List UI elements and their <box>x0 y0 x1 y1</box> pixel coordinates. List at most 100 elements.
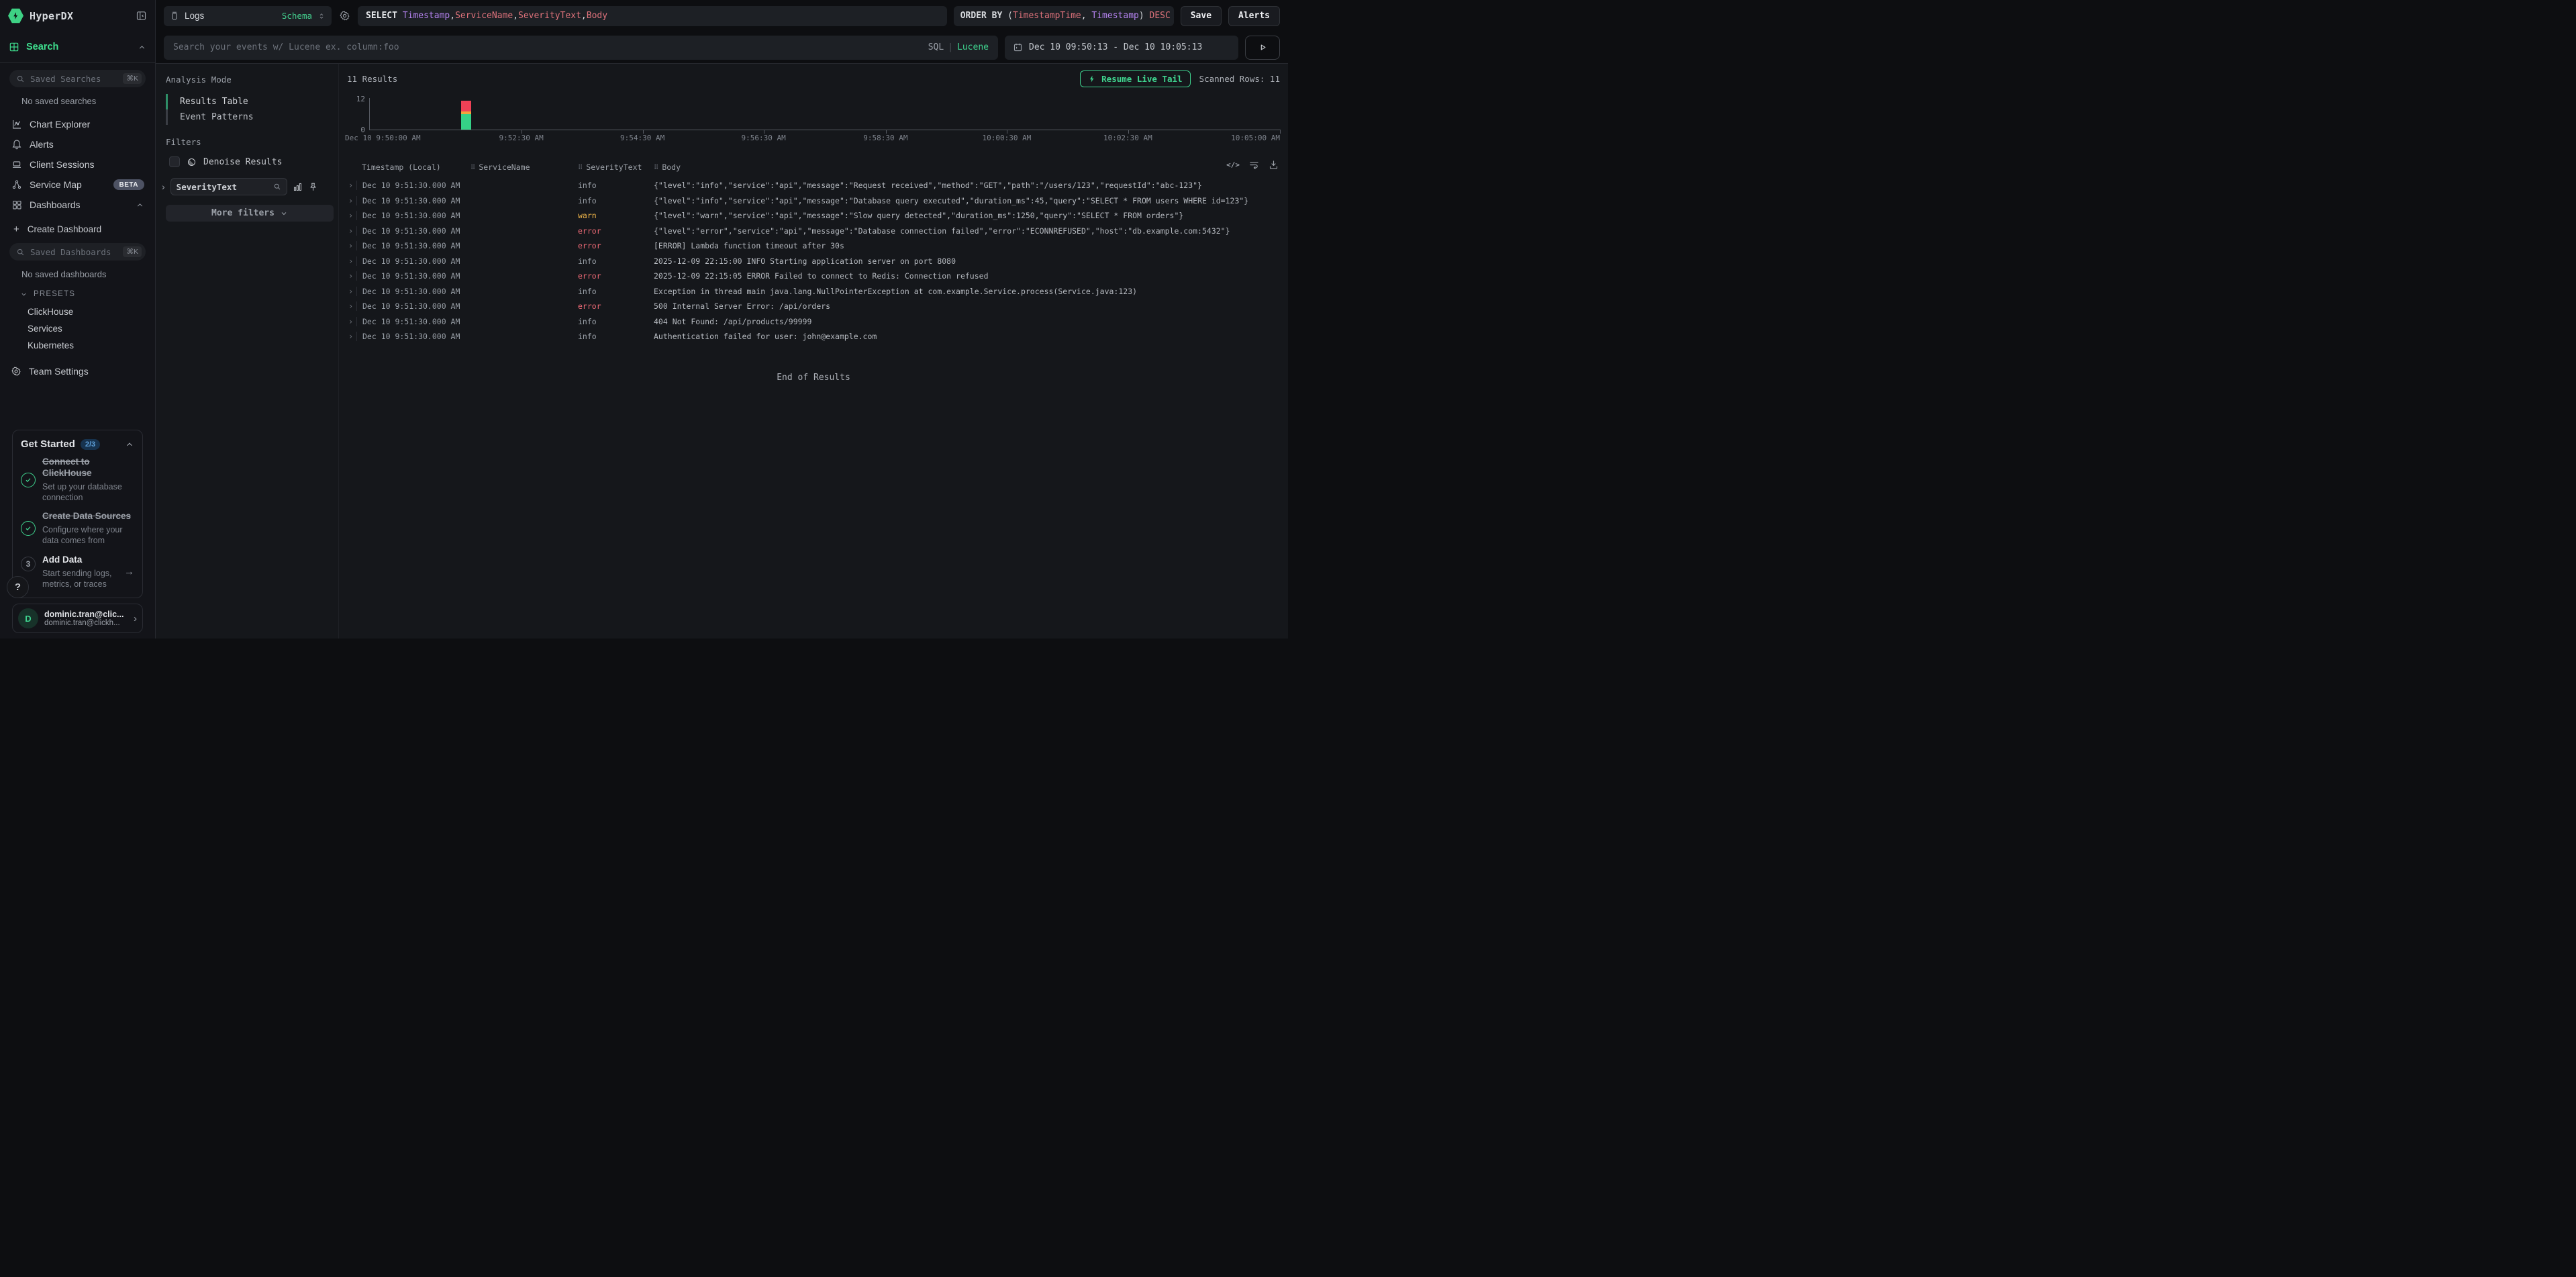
sidebar-item-search[interactable]: Search <box>0 32 155 63</box>
get-started-step-connect[interactable]: Connect to ClickHouse Set up your databa… <box>21 457 134 503</box>
chevron-up-icon[interactable] <box>125 440 134 449</box>
x-tick-label: 9:52:30 AM <box>499 134 543 142</box>
table-row[interactable]: ›Dec 10 9:51:30.000 AMerror500 Internal … <box>347 299 1280 314</box>
sidebar-item-label: Service Map <box>30 179 82 190</box>
drag-handle-icon[interactable]: ⠿ <box>470 164 475 172</box>
presets-label: PRESETS <box>34 290 75 298</box>
chevron-down-icon <box>280 209 288 218</box>
table-row[interactable]: ›Dec 10 9:51:30.000 AMerror2025-12-09 22… <box>347 269 1280 284</box>
get-started-header[interactable]: Get Started 2/3 <box>21 438 134 450</box>
row-body: 2025-12-09 22:15:00 INFO Starting applic… <box>654 256 1280 266</box>
table-row[interactable]: ›Dec 10 9:51:30.000 AMinfoException in t… <box>347 284 1280 299</box>
sidebar-spacer <box>7 377 148 424</box>
saved-searches-input[interactable]: Saved Searches ⌘K <box>9 70 146 87</box>
severity-field-search[interactable]: SeverityText <box>170 178 287 195</box>
severity-field-label: SeverityText <box>177 182 269 192</box>
column-severitytext[interactable]: ⠿SeverityText <box>578 162 654 172</box>
tab-results-table[interactable]: Results Table <box>166 94 328 109</box>
table-row[interactable]: ›Dec 10 9:51:30.000 AMerror[ERROR] Lambd… <box>347 238 1280 254</box>
table-row[interactable]: ›Dec 10 9:51:30.000 AMinfo{"level":"info… <box>347 193 1280 209</box>
sidebar-item-team-settings[interactable]: Team Settings <box>11 366 148 377</box>
orderby-input[interactable]: ORDER BY (TimestampTime, Timestamp) DESC <box>954 6 1174 26</box>
search-input[interactable] <box>173 42 922 52</box>
histogram-bar[interactable] <box>461 98 471 130</box>
denoise-icon <box>187 157 197 167</box>
run-query-button[interactable] <box>1245 36 1280 60</box>
event-search-box[interactable]: SQL|Lucene <box>164 36 998 60</box>
results-header: 11 Results Resume Live Tail Scanned Rows… <box>347 70 1280 87</box>
field-chart-icon[interactable] <box>293 182 303 192</box>
column-timestamp[interactable]: Timestamp (Local) <box>362 162 470 172</box>
column-servicename[interactable]: ⠿ServiceName <box>470 162 578 172</box>
user-account-card[interactable]: D dominic.tran@clic... dominic.tran@clic… <box>12 604 143 633</box>
get-started-step-add-data[interactable]: 3 Add Data Start sending logs, metrics, … <box>21 555 134 589</box>
table-row[interactable]: ›Dec 10 9:51:30.000 AMinfo404 Not Found:… <box>347 314 1280 330</box>
x-tick-label: Dec 10 9:50:00 AM <box>345 134 421 142</box>
more-filters-button[interactable]: More filters <box>166 205 334 222</box>
select-updown-icon <box>317 11 326 21</box>
drag-handle-icon[interactable]: ⠿ <box>654 164 658 172</box>
no-saved-dashboards-note: No saved dashboards <box>21 269 148 279</box>
chevron-up-icon[interactable] <box>138 43 146 52</box>
row-timestamp: Dec 10 9:51:30.000 AM <box>356 241 470 250</box>
wrap-lines-icon[interactable] <box>1249 160 1259 170</box>
results-count: 11 Results <box>347 74 397 84</box>
saved-dashboards-input[interactable]: Saved Dashboards ⌘K <box>9 243 146 261</box>
code-view-icon[interactable]: </> <box>1226 160 1240 169</box>
sidebar-item-chart-explorer[interactable]: Chart Explorer <box>7 114 148 134</box>
table-row[interactable]: ›Dec 10 9:51:30.000 AMinfo{"level":"info… <box>347 178 1280 193</box>
denoise-row: Denoise Results <box>169 156 328 167</box>
preset-kubernetes[interactable]: Kubernetes <box>7 337 148 354</box>
sidebar-collapse-icon[interactable] <box>136 10 147 21</box>
row-severity: error <box>578 301 654 311</box>
table-row[interactable]: ›Dec 10 9:51:30.000 AMerror{"level":"err… <box>347 224 1280 239</box>
histogram-chart: 12 0 Dec 10 9:50:00 AM9:52:30 AM9:54:30 … <box>347 98 1280 144</box>
date-range-picker[interactable]: Dec 10 09:50:13 - Dec 10 10:05:13 <box>1005 36 1238 60</box>
help-button[interactable]: ? <box>7 576 29 598</box>
table-row[interactable]: ›Dec 10 9:51:30.000 AMwarn{"level":"warn… <box>347 208 1280 224</box>
shortcut-badge: ⌘K <box>123 73 142 84</box>
get-started-title: Get Started <box>21 438 75 450</box>
save-button[interactable]: Save <box>1181 6 1222 26</box>
column-body[interactable]: ⠿Body <box>654 162 1280 172</box>
table-row[interactable]: ›Dec 10 9:51:30.000 AMinfoAuthentication… <box>347 329 1280 344</box>
drag-handle-icon[interactable]: ⠿ <box>578 164 583 172</box>
expand-chevron-icon[interactable]: › <box>162 181 165 192</box>
alerts-button[interactable]: Alerts <box>1228 6 1280 26</box>
preset-services[interactable]: Services <box>7 320 148 337</box>
select-query-input[interactable]: SELECT Timestamp,ServiceName,SeverityTex… <box>358 6 947 26</box>
table-row[interactable]: ›Dec 10 9:51:30.000 AMinfo2025-12-09 22:… <box>347 254 1280 269</box>
sidebar-item-client-sessions[interactable]: Client Sessions <box>7 154 148 175</box>
row-body: [ERROR] Lambda function timeout after 30… <box>654 241 1280 250</box>
preset-clickhouse[interactable]: ClickHouse <box>7 303 148 320</box>
row-severity: error <box>578 241 654 250</box>
resume-live-tail-button[interactable]: Resume Live Tail <box>1080 70 1190 87</box>
sidebar-item-service-map[interactable]: Service Map BETA <box>7 175 148 195</box>
lucene-mode-label[interactable]: Lucene <box>957 42 989 52</box>
get-started-card: Get Started 2/3 Connect to ClickHouse Se… <box>12 430 143 598</box>
chevron-up-icon[interactable] <box>136 201 144 209</box>
tab-event-patterns[interactable]: Event Patterns <box>166 109 328 125</box>
source-select[interactable]: Logs Schema <box>164 6 332 26</box>
create-dashboard-button[interactable]: + Create Dashboard <box>7 224 148 235</box>
presets-header[interactable]: PRESETS <box>20 290 148 298</box>
gear-icon[interactable] <box>338 10 351 21</box>
arrow-right-icon: → <box>124 566 134 577</box>
gear-icon <box>11 366 21 377</box>
pin-icon[interactable] <box>308 182 318 192</box>
sidebar-item-alerts[interactable]: Alerts <box>7 134 148 154</box>
sql-mode-label[interactable]: SQL <box>928 42 944 52</box>
denoise-checkbox[interactable] <box>169 156 180 167</box>
get-started-step-sources[interactable]: Create Data Sources Configure where your… <box>21 511 134 546</box>
results-header-right: Resume Live Tail Scanned Rows: 11 <box>1080 70 1280 87</box>
download-icon[interactable] <box>1269 160 1279 170</box>
language-toggle[interactable]: SQL|Lucene <box>928 42 989 52</box>
sidebar-item-dashboards[interactable]: Dashboards <box>7 195 148 215</box>
logo-row: HyperDX <box>0 0 155 32</box>
x-tick-label: 9:54:30 AM <box>620 134 664 142</box>
results-section: 11 Results Resume Live Tail Scanned Rows… <box>339 64 1288 638</box>
row-body: {"level":"warn","service":"api","message… <box>654 211 1280 220</box>
play-icon <box>1258 42 1268 52</box>
topbar: Logs Schema SELECT Timestamp,ServiceName… <box>156 0 1288 63</box>
analysis-mode-label: Analysis Mode <box>160 75 328 85</box>
